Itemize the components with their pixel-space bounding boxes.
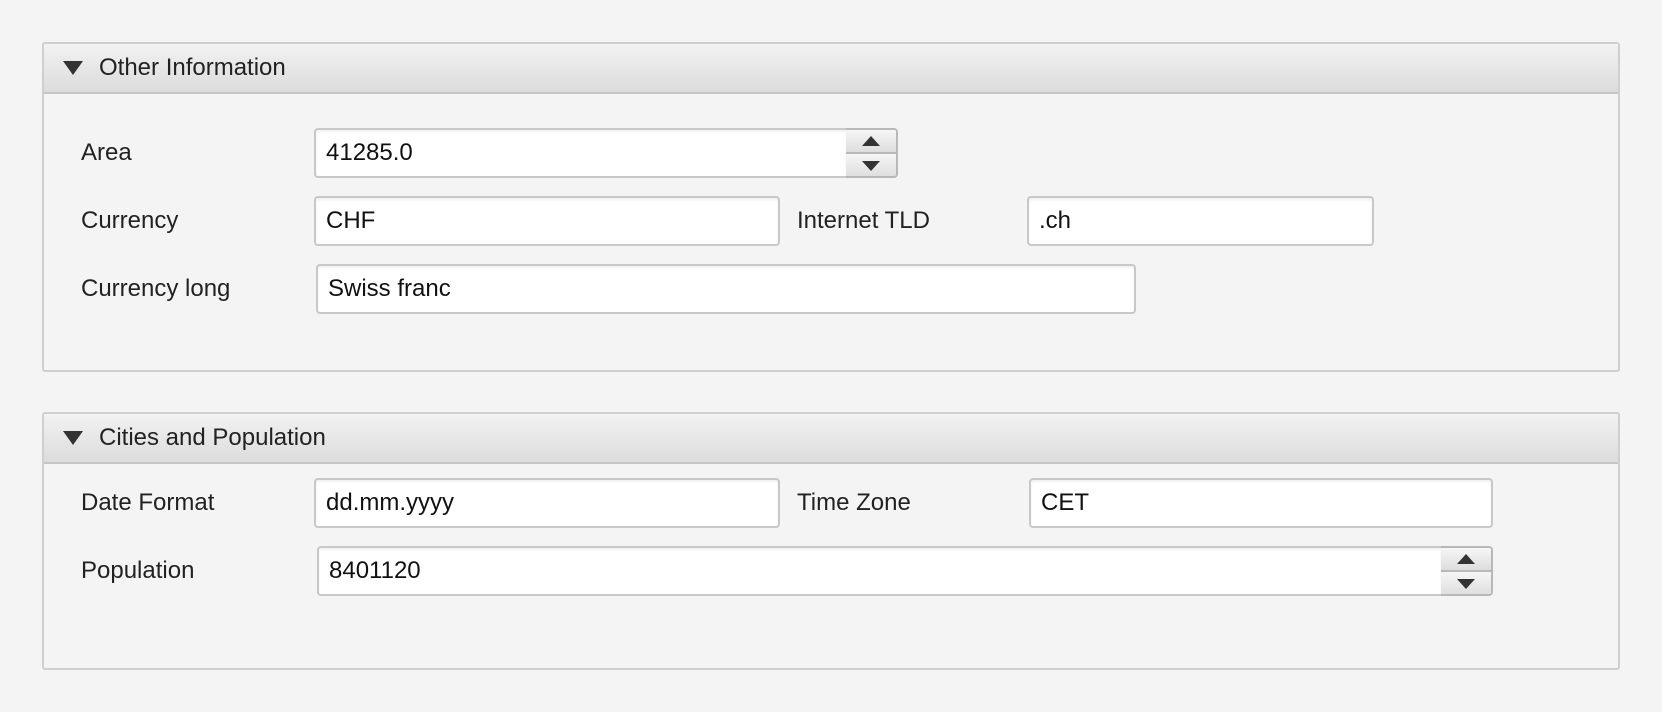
population-label: Population [81,557,195,584]
other-information-title: Other Information [99,54,286,81]
area-increment-button[interactable] [846,130,896,154]
area-spin-buttons [846,128,898,178]
population-spinner [317,546,1493,596]
currency-input[interactable] [314,196,780,246]
other-information-header[interactable]: Other Information [44,44,1618,94]
area-decrement-button[interactable] [846,154,896,176]
population-input[interactable] [317,546,1443,596]
area-input[interactable] [314,128,848,178]
arrow-up-icon [862,136,880,146]
date-format-label: Date Format [81,489,215,516]
cities-population-title: Cities and Population [99,424,326,451]
cities-population-header[interactable]: Cities and Population [44,414,1618,464]
population-spin-buttons [1441,546,1493,596]
internet-tld-label: Internet TLD [797,207,930,234]
other-information-panel: Other Information Area Currency Internet… [42,42,1620,372]
triangle-down-icon[interactable] [63,61,83,75]
cities-population-panel: Cities and Population Date Format Time Z… [42,412,1620,670]
arrow-up-icon [1457,554,1475,564]
arrow-down-icon [862,161,880,171]
time-zone-input[interactable] [1029,478,1493,528]
currency-long-label: Currency long [81,275,231,302]
currency-long-input[interactable] [316,264,1136,314]
date-format-input[interactable] [314,478,780,528]
currency-label: Currency [81,207,179,234]
population-increment-button[interactable] [1441,548,1491,572]
population-decrement-button[interactable] [1441,572,1491,594]
area-spinner [314,128,898,178]
triangle-down-icon[interactable] [63,431,83,445]
arrow-down-icon [1457,579,1475,589]
area-label: Area [81,139,132,166]
internet-tld-input[interactable] [1027,196,1374,246]
time-zone-label: Time Zone [797,489,911,516]
